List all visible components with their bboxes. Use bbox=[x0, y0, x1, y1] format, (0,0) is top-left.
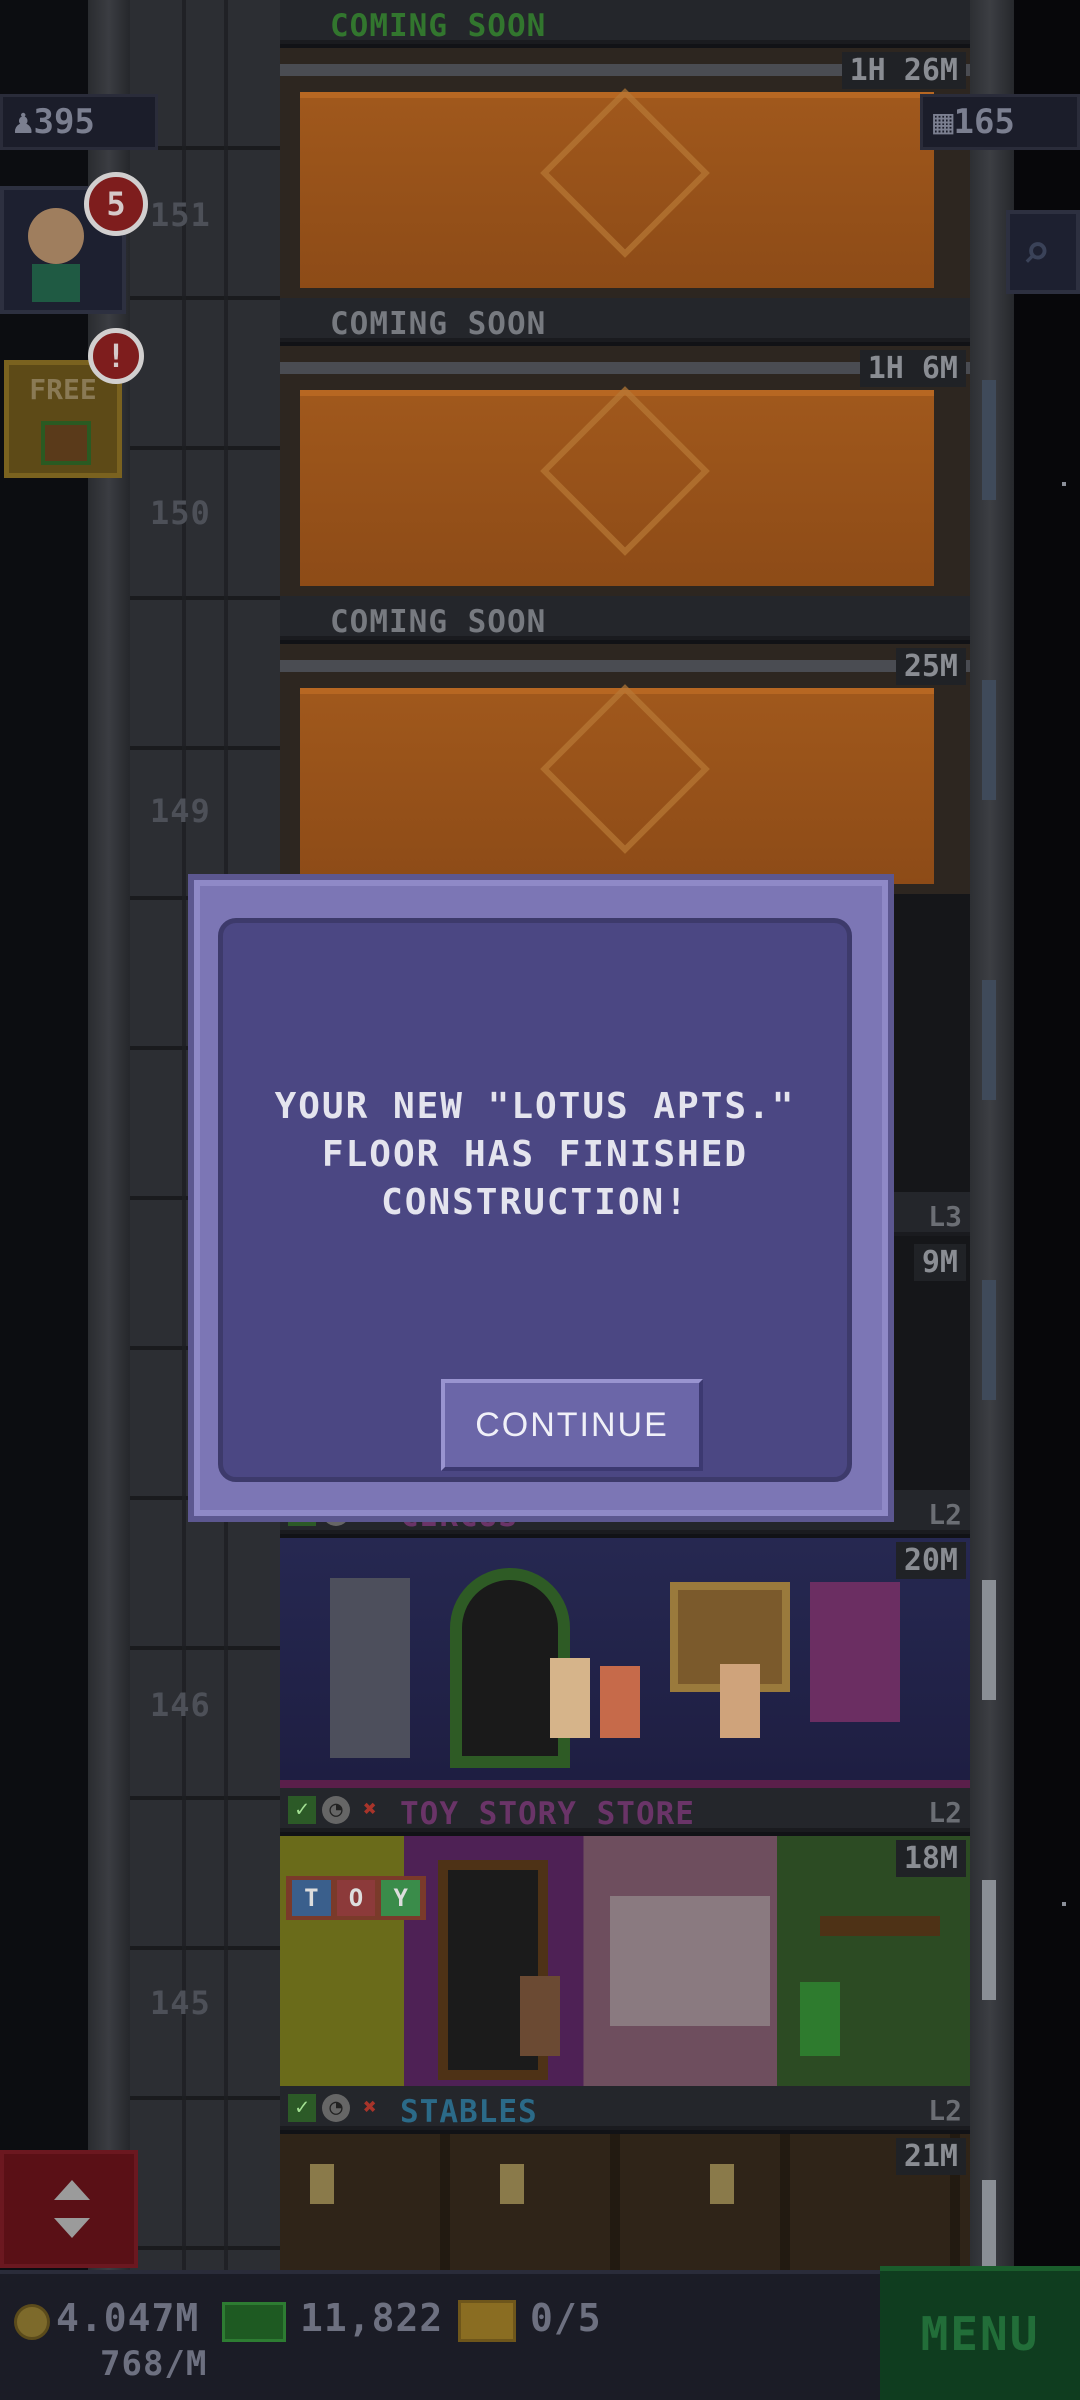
floor-header: ✓ ◔ ✖ STABLES L2 bbox=[280, 2086, 970, 2130]
floor-level: L2 bbox=[928, 1796, 962, 1829]
floor-header: COMING SOON bbox=[280, 298, 970, 342]
floor-counter[interactable]: ▦165 bbox=[920, 94, 1080, 150]
floor-number: 146 bbox=[150, 1686, 211, 1724]
toy-sign-letter: Y bbox=[381, 1880, 421, 1916]
person-icon bbox=[720, 1664, 760, 1738]
toy-sign-letter: O bbox=[336, 1880, 376, 1916]
search-button[interactable]: ⌕ bbox=[1006, 210, 1080, 294]
coins-rate: 768/M bbox=[100, 2344, 208, 2384]
tickets-value: 0/5 bbox=[530, 2296, 602, 2340]
cross-icon: ✖ bbox=[363, 2095, 377, 2120]
construction-site bbox=[280, 644, 970, 894]
floor-status-icons: ✓ ◔ ✖ bbox=[288, 1796, 384, 1824]
left-edge bbox=[0, 0, 88, 2270]
dialog-message-line: FLOOR HAS FINISHED bbox=[321, 1134, 749, 1175]
star bbox=[1062, 482, 1066, 486]
coins-value: 4.047M bbox=[56, 2296, 200, 2340]
floor-construction[interactable]: COMING SOON 1H 26M bbox=[280, 0, 970, 298]
alert-badge: ! bbox=[88, 328, 144, 384]
floor-name: TOY STORY STORE bbox=[400, 1796, 695, 1832]
floor-number: 151 bbox=[150, 196, 211, 234]
shelf-icon bbox=[610, 1896, 770, 2026]
ticket-icon bbox=[458, 2300, 516, 2342]
floor-timer: 21M bbox=[895, 2138, 966, 2175]
elevator-button[interactable] bbox=[0, 2150, 138, 2268]
bux-icon bbox=[222, 2302, 286, 2342]
floor-level: L3 bbox=[928, 1200, 962, 1233]
lantern-icon bbox=[500, 2164, 524, 2204]
stables-room bbox=[280, 2134, 970, 2270]
person-icon: ♟ bbox=[13, 102, 34, 142]
construction-complete-dialog: YOUR NEW "LOTUS APTS." FLOOR HAS FINISHE… bbox=[188, 874, 894, 1522]
floor-construction[interactable]: COMING SOON 25M bbox=[280, 596, 970, 894]
person-icon bbox=[550, 1658, 590, 1738]
coin-icon bbox=[14, 2304, 50, 2340]
floor-circus[interactable]: ✓ ◔ ✖ CIRCUS L2 20M bbox=[280, 1490, 970, 1788]
dialog-panel: YOUR NEW "LOTUS APTS." FLOOR HAS FINISHE… bbox=[218, 918, 852, 1482]
floor-header: COMING SOON bbox=[280, 596, 970, 640]
floor-number: 150 bbox=[150, 494, 211, 532]
dialog-message-line: YOUR NEW "LOTUS APTS." bbox=[274, 1086, 796, 1127]
dialog-message-line: CONSTRUCTION! bbox=[381, 1182, 689, 1223]
right-rail bbox=[966, 0, 1014, 2300]
floor-header: ✓ ◔ ✖ TOY STORY STORE L2 bbox=[280, 1788, 970, 1832]
search-icon: ⌕ bbox=[1022, 224, 1051, 280]
notification-badge: 5 bbox=[84, 172, 148, 236]
floor-number: 149 bbox=[150, 792, 211, 830]
bux-value: 11,822 bbox=[300, 2296, 444, 2340]
population-value: 395 bbox=[33, 102, 95, 142]
cross-icon: ✖ bbox=[363, 1797, 377, 1822]
floor-status-icons: ✓ ◔ ✖ bbox=[288, 2094, 384, 2122]
citizen-body bbox=[32, 264, 80, 302]
floor-name: COMING SOON bbox=[330, 306, 547, 342]
toy-sign-letter: T bbox=[292, 1880, 331, 1916]
check-icon: ✓ bbox=[288, 2094, 316, 2122]
clock-icon: ◔ bbox=[322, 2094, 350, 2122]
floor-name: COMING SOON bbox=[330, 604, 547, 640]
gift-icon bbox=[41, 421, 91, 465]
citizen-avatar bbox=[28, 208, 84, 264]
floor-timer: 1H 26M bbox=[841, 52, 966, 89]
floor-number: 145 bbox=[150, 1984, 211, 2022]
game-scene: 151 150 149 146 145 COMING SOON 1H 26M C… bbox=[0, 0, 1080, 2400]
star bbox=[1062, 1902, 1066, 1906]
toy-store-room: T O Y bbox=[280, 1836, 970, 2086]
lantern-icon bbox=[710, 2164, 734, 2204]
floor-timer: 20M bbox=[895, 1542, 966, 1579]
floor-toy-store[interactable]: ✓ ◔ ✖ TOY STORY STORE L2 T O Y 18M bbox=[280, 1788, 970, 2086]
toy-sign: T O Y bbox=[286, 1876, 426, 1920]
building-icon: ▦ bbox=[933, 102, 954, 142]
floor-timer: 18M bbox=[895, 1840, 966, 1877]
continue-button[interactable]: CONTINUE bbox=[441, 1379, 703, 1471]
floor-level: L2 bbox=[928, 2094, 962, 2127]
floor-level: L2 bbox=[928, 1498, 962, 1531]
floor-timer: 9M bbox=[913, 1244, 966, 1281]
elephant-statue-icon bbox=[330, 1578, 410, 1758]
person-icon bbox=[800, 1982, 840, 2056]
dialog-message: YOUR NEW "LOTUS APTS." FLOOR HAS FINISHE… bbox=[223, 1083, 847, 1227]
floors-value: 165 bbox=[953, 102, 1015, 142]
cabinet-icon bbox=[810, 1582, 900, 1722]
lantern-icon bbox=[310, 2164, 334, 2204]
shelf-icon bbox=[820, 1916, 940, 1936]
floor-construction[interactable]: COMING SOON 1H 6M bbox=[280, 298, 970, 596]
floor-name: COMING SOON bbox=[330, 8, 547, 44]
circus-room bbox=[280, 1538, 970, 1788]
menu-button[interactable]: MENU bbox=[880, 2266, 1080, 2400]
floor-header: COMING SOON bbox=[280, 0, 970, 44]
population-counter[interactable]: ♟395 bbox=[0, 94, 158, 150]
floor-name: STABLES bbox=[400, 2094, 538, 2130]
floor-stables[interactable]: ✓ ◔ ✖ STABLES L2 21M bbox=[280, 2086, 970, 2270]
floor-timer: 1H 6M bbox=[859, 350, 966, 387]
check-icon: ✓ bbox=[288, 1796, 316, 1824]
floor-timer: 25M bbox=[895, 648, 966, 685]
clock-icon: ◔ bbox=[322, 1796, 350, 1824]
person-icon bbox=[600, 1666, 640, 1738]
person-icon bbox=[520, 1976, 560, 2056]
